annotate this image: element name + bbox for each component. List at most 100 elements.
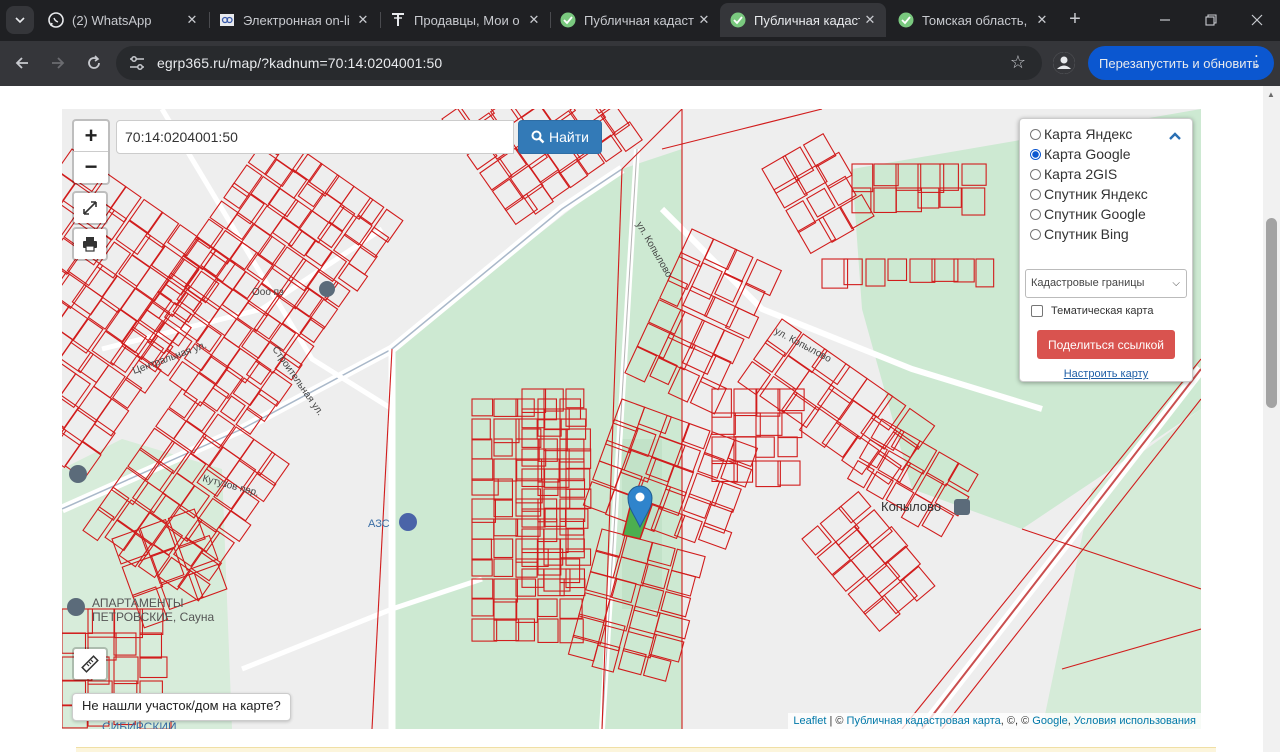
- reload-icon: [88, 55, 100, 69]
- layer-option-yandex-satellite[interactable]: Спутник Яндекс: [1030, 186, 1148, 202]
- zoom-in-button[interactable]: +: [74, 121, 108, 151]
- notice-banner: [76, 747, 1216, 752]
- checkbox[interactable]: [1031, 305, 1043, 317]
- map-attribution: Leaflet | © Публичная кадастровая карта,…: [788, 713, 1201, 729]
- parcel: [682, 493, 712, 519]
- parcel: [755, 388, 781, 417]
- search-button[interactable]: Найти: [518, 120, 602, 154]
- bookmark-star-icon[interactable]: ☆: [1010, 52, 1026, 73]
- parcel: [282, 198, 313, 229]
- parcel: [699, 352, 732, 391]
- parcel-block: [121, 128, 404, 435]
- parcel: [818, 206, 855, 243]
- overlay-select-value: Кадастровые границы: [1031, 277, 1145, 289]
- scrollbar-thumb[interactable]: [1266, 218, 1277, 408]
- google-link[interactable]: Google: [1032, 715, 1067, 727]
- parcel: [62, 373, 91, 409]
- parcel: [777, 388, 805, 412]
- radio[interactable]: [1030, 208, 1041, 220]
- parcel: [311, 192, 346, 226]
- parcel: [183, 372, 217, 407]
- close-window-button[interactable]: [1242, 6, 1272, 34]
- arrow-left-icon: [15, 57, 28, 69]
- tab-cadastre-1[interactable]: Публичная кадаст ✕: [550, 3, 720, 37]
- parcel: [111, 376, 143, 409]
- parcel: [271, 246, 307, 283]
- close-icon[interactable]: ✕: [182, 10, 202, 30]
- page-scrollbar[interactable]: ▲: [1263, 86, 1280, 752]
- forward-button[interactable]: [45, 50, 71, 76]
- new-tab-button[interactable]: +: [1064, 8, 1086, 30]
- configure-map-link[interactable]: Настроить карту: [1020, 368, 1192, 380]
- tab-cadastre-active[interactable]: Публичная кадаст ✕: [720, 3, 886, 37]
- parcel: [287, 228, 317, 257]
- layer-option-yandex-map[interactable]: Карта Яндекс: [1030, 126, 1132, 142]
- parcel: [256, 234, 287, 266]
- zoom-out-button[interactable]: −: [74, 151, 108, 182]
- radio[interactable]: [1030, 228, 1041, 240]
- tab-whatsapp[interactable]: (2) WhatsApp ✕: [38, 3, 208, 37]
- parcel: [761, 154, 800, 195]
- scroll-up-icon[interactable]: ▲: [1267, 90, 1275, 99]
- parcel: [241, 329, 271, 360]
- cadastre-link[interactable]: Публичная кадастровая карта: [847, 715, 1001, 727]
- tab-search-button[interactable]: [6, 6, 34, 34]
- chevron-up-icon[interactable]: [1168, 131, 1182, 141]
- fullscreen-button[interactable]: [72, 191, 108, 225]
- ruler-button[interactable]: [72, 647, 108, 681]
- parcel: [155, 407, 187, 440]
- parcel: [168, 388, 198, 419]
- tab-egrp[interactable]: Электронная on-li ✕: [209, 3, 379, 37]
- share-link-button[interactable]: Поделиться ссылкой: [1037, 330, 1175, 359]
- parcel: [737, 360, 772, 396]
- poi-icon: [69, 465, 87, 483]
- back-button[interactable]: [9, 50, 35, 76]
- terms-link[interactable]: Условия использования: [1074, 715, 1196, 727]
- whatsapp-icon: [48, 12, 64, 28]
- overlay-select[interactable]: Кадастровые границы ⌵: [1025, 269, 1187, 298]
- parcel: [253, 311, 282, 340]
- browser-toolbar: egrp365.ru/map/?kadnum=70:14:0204001:50 …: [0, 41, 1280, 86]
- radio[interactable]: [1030, 188, 1041, 200]
- close-icon[interactable]: ✕: [353, 10, 373, 30]
- parcel: [105, 309, 138, 343]
- search-button-label: Найти: [549, 129, 589, 145]
- parcel: [755, 460, 781, 488]
- zoom-control: + −: [72, 119, 110, 185]
- layer-option-google-satellite[interactable]: Спутник Google: [1030, 206, 1146, 222]
- print-button[interactable]: [72, 227, 108, 261]
- radio[interactable]: [1030, 128, 1041, 140]
- more-vert-icon[interactable]: ⋮: [1249, 54, 1264, 70]
- reload-button[interactable]: [81, 50, 107, 76]
- restore-button[interactable]: [1196, 6, 1226, 34]
- layer-label: Спутник Google: [1044, 206, 1146, 222]
- parcel: [223, 318, 253, 349]
- relaunch-update-button[interactable]: Перезапустить и обновить ⋮: [1088, 46, 1274, 80]
- close-icon[interactable]: ✕: [694, 10, 714, 30]
- parcel: [801, 525, 832, 556]
- not-found-parcel-button[interactable]: Не нашли участок/дом на карте?: [72, 693, 291, 721]
- parcel: [773, 175, 808, 209]
- layer-option-google-map[interactable]: Карта Google: [1030, 146, 1131, 162]
- url-text[interactable]: egrp365.ru/map/?kadnum=70:14:0204001:50: [157, 55, 442, 71]
- close-icon[interactable]: ✕: [524, 10, 544, 30]
- layer-option-2gis-map[interactable]: Карта 2GIS: [1030, 166, 1117, 182]
- thematic-map-checkbox[interactable]: Тематическая карта: [1031, 305, 1153, 317]
- close-icon[interactable]: ✕: [1032, 10, 1052, 30]
- tab-tomsk[interactable]: Томская область, ✕: [888, 3, 1058, 37]
- layer-option-bing-satellite[interactable]: Спутник Bing: [1030, 226, 1129, 242]
- radio[interactable]: [1030, 148, 1041, 160]
- minimize-button[interactable]: [1150, 6, 1180, 34]
- address-bar[interactable]: egrp365.ru/map/?kadnum=70:14:0204001:50 …: [116, 46, 1042, 80]
- radio[interactable]: [1030, 168, 1041, 180]
- cadastral-search-input[interactable]: 70:14:0204001:50: [116, 120, 514, 154]
- layer-label: Спутник Bing: [1044, 226, 1129, 242]
- profile-avatar[interactable]: [1053, 52, 1075, 74]
- cadastral-map[interactable]: Копылово ул. Копылово ул. Копылово АЗС А…: [62, 109, 1201, 729]
- tab-sellers[interactable]: Продавцы, Мои о ✕: [380, 3, 550, 37]
- parcel: [491, 178, 524, 212]
- close-icon[interactable]: ✕: [860, 10, 880, 30]
- layer-label: Карта 2GIS: [1044, 166, 1118, 182]
- leaflet-link[interactable]: Leaflet: [793, 715, 826, 727]
- site-info-icon[interactable]: [128, 54, 146, 72]
